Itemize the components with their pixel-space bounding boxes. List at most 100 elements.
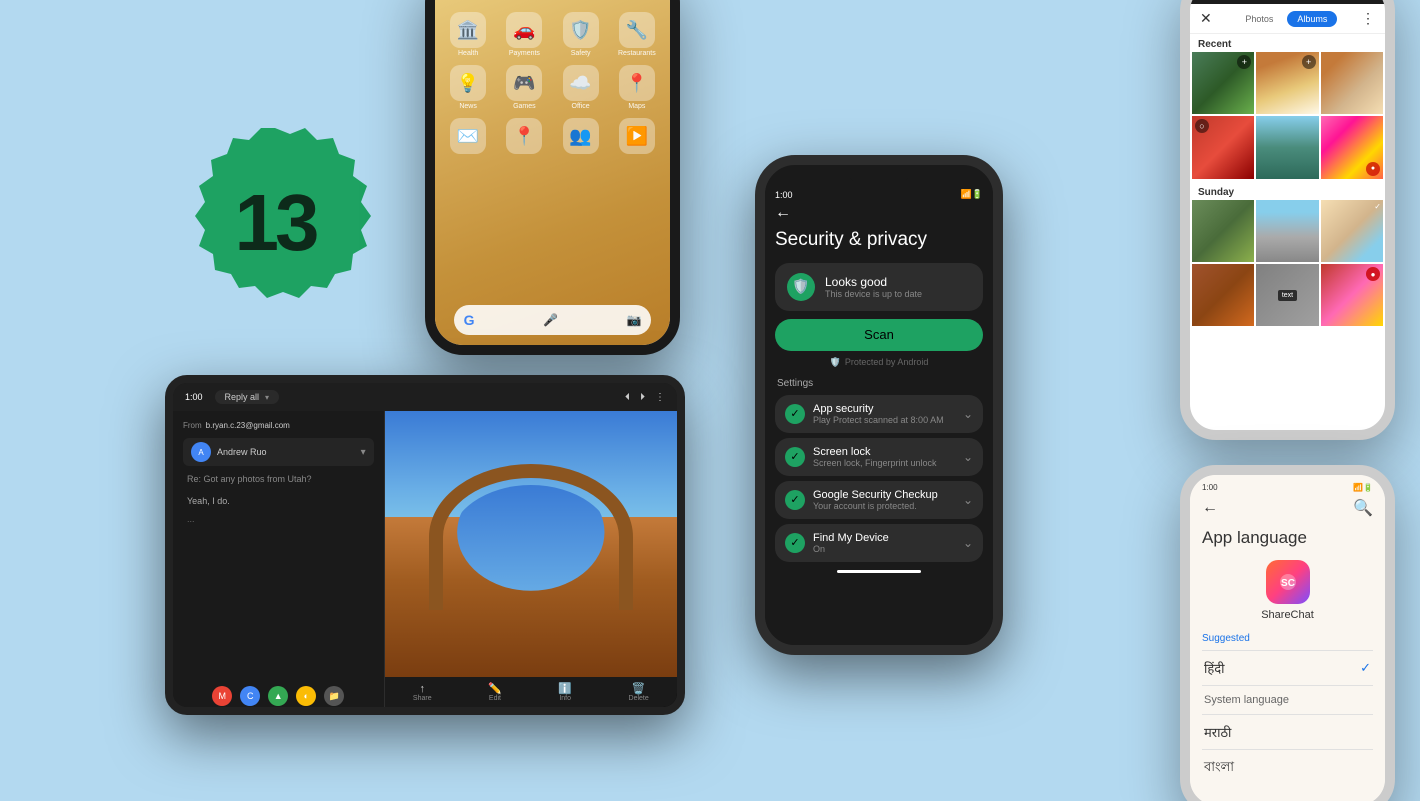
- app-icon-location[interactable]: 📍: [501, 118, 547, 154]
- app-icon-health[interactable]: 🏛️ Health: [445, 12, 491, 57]
- share-button[interactable]: ↑ Share: [413, 683, 432, 702]
- photos-tab[interactable]: Photos: [1235, 11, 1283, 27]
- security-checkup-item[interactable]: ✓ Google Security Checkup Your account i…: [775, 481, 983, 519]
- screen-lock-subtitle: Screen lock, Fingerprint unlock: [813, 458, 955, 468]
- app-icon-mail[interactable]: ✉️: [445, 118, 491, 154]
- app-icon-maps[interactable]: 📍 Maps: [614, 65, 660, 110]
- find-device-icon: ✓: [785, 533, 805, 553]
- find-device-subtitle: On: [813, 544, 955, 554]
- app-icon-office[interactable]: ☁️ Office: [558, 65, 604, 110]
- svg-text:13: 13: [235, 178, 317, 267]
- app-icon-restaurants[interactable]: 🔧 Restaurants: [614, 12, 660, 57]
- photo-display: [385, 411, 677, 677]
- status-bar: 1:00 📶🔋: [775, 189, 983, 200]
- files-icon[interactable]: 📁: [324, 686, 344, 706]
- protected-text: 🛡️ Protected by Android: [775, 357, 983, 368]
- lang-system[interactable]: System language: [1202, 686, 1373, 715]
- photo-select-2: +: [1302, 55, 1316, 69]
- back-button[interactable]: ←: [775, 204, 983, 222]
- screen-lock-title: Screen lock: [813, 446, 955, 458]
- recipient-avatar: A: [191, 442, 211, 462]
- email-compose-panel: From b.ryan.c.23@gmail.com A Andrew Ruo …: [173, 411, 385, 707]
- lang-title: App language: [1202, 528, 1373, 548]
- photos-close-button[interactable]: ✕: [1200, 10, 1212, 27]
- find-my-device-item[interactable]: ✓ Find My Device On ⌄: [775, 524, 983, 562]
- sharechat-label: ShareChat: [1261, 609, 1314, 621]
- security-checkup-title: Google Security Checkup: [813, 489, 955, 501]
- svg-text:SC: SC: [1281, 578, 1295, 589]
- app-icon-payments[interactable]: 🚗 Payments: [501, 12, 547, 57]
- lang-marathi[interactable]: मराठी: [1202, 715, 1373, 750]
- page-background: 13 🏛️ Health 🚗 Payments: [0, 0, 1420, 801]
- app-security-chevron: ⌄: [963, 407, 973, 421]
- app-icon-contacts[interactable]: 👥: [558, 118, 604, 154]
- photo-flowers[interactable]: ●: [1321, 116, 1383, 178]
- home-screen-phone: 🏛️ Health 🚗 Payments 🛡️ Safety 🔧 Restaur…: [425, 0, 680, 355]
- email-to-field[interactable]: A Andrew Ruo ▾: [183, 438, 374, 466]
- photo-sunday-6[interactable]: ●: [1321, 264, 1383, 326]
- looks-good-text: Looks good: [825, 275, 922, 289]
- photo-check: ○: [1195, 119, 1209, 133]
- photo-sunday-2[interactable]: [1256, 200, 1318, 262]
- home-indicator: [837, 570, 920, 573]
- app-security-icon: ✓: [785, 404, 805, 424]
- google-search-bar[interactable]: G 🎤 📷: [454, 305, 652, 335]
- photo-warm[interactable]: +: [1256, 52, 1318, 114]
- looks-good-card: 🛡️ Looks good This device is up to date: [775, 263, 983, 311]
- gmail-icon[interactable]: M: [212, 686, 232, 706]
- app-security-item[interactable]: ✓ App security Play Protect scanned at 8…: [775, 395, 983, 433]
- photos-tabs: Photos Albums: [1218, 11, 1355, 27]
- photo-sunday-1[interactable]: [1192, 200, 1254, 262]
- app-security-title: App security: [813, 403, 955, 415]
- tablet-nav-apps: M C ▲ ◐ 📁: [173, 685, 383, 707]
- screen-lock-icon: ✓: [785, 447, 805, 467]
- find-device-chevron: ⌄: [963, 536, 973, 550]
- lang-hindi[interactable]: हिंदी ✓: [1202, 651, 1373, 686]
- screen-lock-item[interactable]: ✓ Screen lock Screen lock, Fingerprint u…: [775, 438, 983, 476]
- maps-icon[interactable]: ▲: [268, 686, 288, 706]
- security-title: Security & privacy: [775, 228, 983, 253]
- photo-sunday-5[interactable]: text: [1256, 264, 1318, 326]
- scan-button[interactable]: Scan: [775, 319, 983, 351]
- suggested-label: Suggested: [1202, 633, 1373, 644]
- photo-badge-red: ●: [1366, 162, 1380, 176]
- photo-food[interactable]: ○: [1192, 116, 1254, 178]
- email-subject: Re: Got any photos from Utah?: [183, 472, 374, 486]
- delete-button[interactable]: 🗑️ Delete: [629, 682, 649, 702]
- photo-sunday-dog[interactable]: ✓: [1321, 200, 1383, 262]
- screen-lock-chevron: ⌄: [963, 450, 973, 464]
- tablet-status-bar: 1:00 Reply all ▾ ⏴ ⏵ ⋮: [173, 383, 677, 411]
- photo-park[interactable]: [1256, 116, 1318, 178]
- photo-select: +: [1237, 55, 1251, 69]
- security-checkup-icon: ✓: [785, 490, 805, 510]
- lang-status-bar: 1:00 📶🔋: [1202, 483, 1373, 492]
- chrome-icon[interactable]: C: [240, 686, 260, 706]
- security-checkup-subtitle: Your account is protected.: [813, 501, 955, 511]
- app-icon-games[interactable]: 🎮 Games: [501, 65, 547, 110]
- info-button[interactable]: ℹ️ Info: [558, 682, 572, 702]
- find-device-title: Find My Device: [813, 532, 955, 544]
- app-icon-news[interactable]: 💡 News: [445, 65, 491, 110]
- device-status-text: This device is up to date: [825, 289, 922, 299]
- lang-back-button[interactable]: ←: [1202, 499, 1218, 517]
- edit-button[interactable]: ✏️ Edit: [488, 682, 502, 702]
- photos-header: ✕ Photos Albums ⋮: [1190, 4, 1385, 34]
- reply-all-chip[interactable]: Reply all ▾: [215, 390, 280, 404]
- sharechat-section: SC ShareChat: [1202, 560, 1373, 621]
- photo-people[interactable]: [1321, 52, 1383, 114]
- photos-more-button[interactable]: ⋮: [1361, 10, 1375, 27]
- app-icon-safety[interactable]: 🛡️ Safety: [558, 12, 604, 57]
- lang-search-button[interactable]: 🔍: [1353, 498, 1373, 518]
- lang-header: ← 🔍: [1202, 498, 1373, 518]
- lang-bengali[interactable]: বাংলা: [1202, 750, 1373, 787]
- sunday-label: Sunday: [1190, 179, 1385, 200]
- email-body[interactable]: Yeah, I do.: [183, 494, 374, 508]
- photo-sunday-4[interactable]: [1192, 264, 1254, 326]
- photo-red-badge: ●: [1366, 267, 1380, 281]
- app-icon-youtube[interactable]: ▶️: [614, 118, 660, 154]
- albums-tab[interactable]: Albums: [1287, 11, 1337, 27]
- photo-landscape[interactable]: +: [1192, 52, 1254, 114]
- tablet-toolbar-icons: ⏴ ⏵ ⋮: [625, 392, 665, 403]
- photos-icon-nav[interactable]: ◐: [296, 686, 316, 706]
- security-checkup-chevron: ⌄: [963, 493, 973, 507]
